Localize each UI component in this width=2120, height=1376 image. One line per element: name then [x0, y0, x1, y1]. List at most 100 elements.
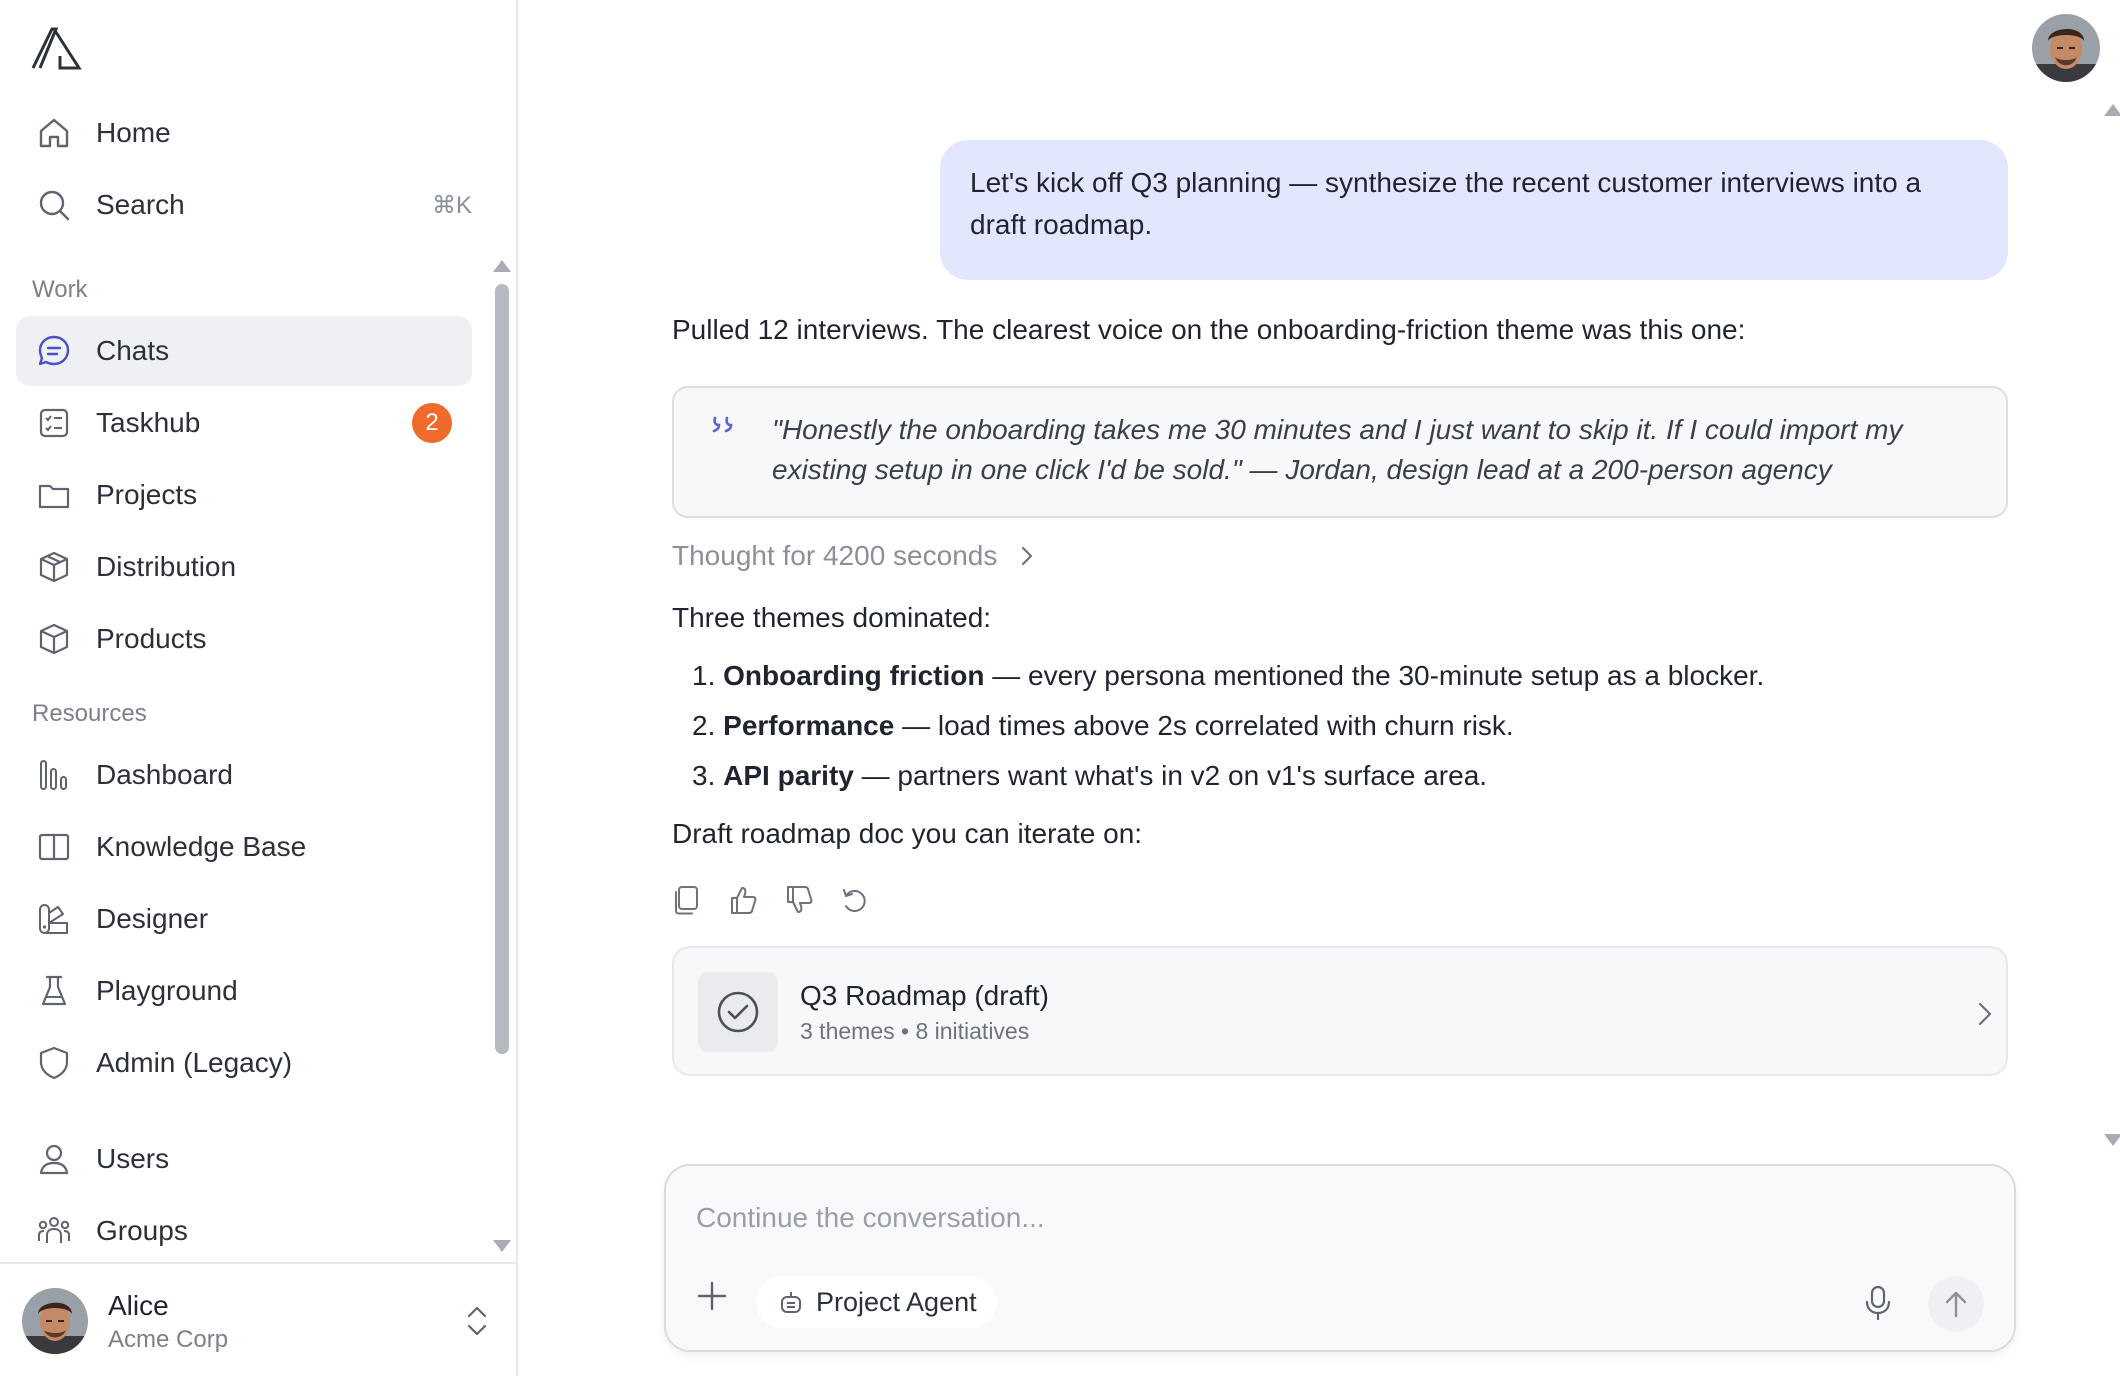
agent-label: Project Agent: [816, 1286, 977, 1317]
nav-chats[interactable]: Chats: [16, 316, 472, 386]
section-resources: Resources: [32, 700, 147, 727]
copy-icon[interactable]: [672, 884, 702, 916]
user-icon: [39, 1144, 69, 1175]
nav-groups-label: Groups: [96, 1215, 188, 1246]
themes-list: 1. Onboarding friction — every persona m…: [672, 656, 1764, 806]
section-work: Work: [32, 276, 88, 303]
nav-home[interactable]: Home: [16, 98, 472, 168]
nav-home-label: Home: [96, 117, 171, 148]
thumbs-down-icon[interactable]: [784, 884, 814, 916]
sidebar-scroll-up-arrow[interactable]: [493, 260, 511, 272]
user-org: Acme Corp: [108, 1326, 229, 1353]
group-icon: [38, 1217, 70, 1243]
nav-dashboard[interactable]: Dashboard: [16, 740, 472, 810]
nav-groups[interactable]: Groups: [16, 1196, 472, 1266]
theme-text: — load times above 2s correlated with ch…: [894, 710, 1514, 741]
nav-dashboard-label: Dashboard: [96, 759, 233, 790]
doc-intro: Draft roadmap doc you can iterate on:: [672, 818, 1143, 849]
list-item: 2. Performance — load times above 2s cor…: [672, 706, 1764, 756]
chat-area: Let's kick off Q3 planning — synthesize …: [520, 0, 2120, 1376]
chevron-right-icon: [1978, 1002, 1992, 1026]
chat-scroll-up-arrow[interactable]: [2104, 104, 2120, 116]
nav-search-label: Search: [96, 189, 185, 220]
theme-title: Performance: [723, 710, 895, 741]
send-button[interactable]: [1928, 1276, 1984, 1332]
message-composer: Project Agent: [664, 1164, 2016, 1352]
sidebar: Home Search ⌘K Work Chats Taskhub 2 Proj…: [0, 0, 518, 1376]
book-icon: [38, 833, 70, 861]
chevron-up-down-icon: [467, 1306, 487, 1336]
nav-playground[interactable]: Playground: [16, 956, 472, 1026]
folder-icon: [38, 484, 70, 509]
plus-icon[interactable]: [694, 1278, 730, 1314]
artifact-icon-container: [698, 972, 778, 1052]
search-shortcut: ⌘K: [431, 191, 472, 219]
list-number: 2.: [692, 710, 724, 741]
artifact-meta: 3 themes • 8 initiatives: [800, 1018, 1030, 1044]
list-item: 1. Onboarding friction — every persona m…: [672, 656, 1764, 706]
theme-title: API parity: [723, 760, 854, 791]
search-icon: [39, 190, 70, 221]
theme-title: Onboarding friction: [723, 660, 985, 691]
box-icon: [39, 623, 69, 655]
account-switcher[interactable]: Alice Acme Corp: [0, 1262, 516, 1376]
robot-icon: [781, 1292, 801, 1313]
nav-knowledge-base-label: Knowledge Base: [96, 831, 307, 862]
nav-admin-legacy[interactable]: Admin (Legacy): [16, 1028, 472, 1098]
home-icon: [39, 118, 69, 148]
sidebar-scroll-thumb[interactable]: [495, 284, 509, 1054]
message-input[interactable]: [696, 1194, 1956, 1242]
thought-toggle[interactable]: Thought for 4200 seconds: [672, 540, 1039, 572]
shield-icon: [39, 1046, 69, 1080]
nav-playground-label: Playground: [96, 975, 238, 1006]
nav-distribution[interactable]: Distribution: [16, 532, 472, 602]
user-name: Alice: [108, 1290, 169, 1321]
nav-users[interactable]: Users: [16, 1124, 472, 1194]
nav-distribution-label: Distribution: [96, 551, 237, 582]
nav-products[interactable]: Products: [16, 604, 472, 674]
artifact-title: Q3 Roadmap (draft): [800, 980, 1049, 1011]
nav-taskhub-label: Taskhub: [96, 407, 201, 438]
list-item: 3. API parity — partners want what's in …: [672, 756, 1764, 806]
nav-projects-label: Projects: [96, 479, 198, 510]
nav-search[interactable]: Search ⌘K: [16, 170, 472, 240]
flask-icon: [41, 975, 67, 1006]
nav-chats-label: Chats: [96, 335, 170, 366]
themes-intro: Three themes dominated:: [672, 602, 992, 633]
chevron-right-icon: [1022, 546, 1033, 566]
check-circle-icon: [717, 991, 759, 1033]
nav-projects[interactable]: Projects: [16, 460, 472, 530]
nav-taskhub[interactable]: Taskhub 2: [16, 388, 472, 458]
chat-icon: [38, 335, 70, 366]
nav-designer-label: Designer: [96, 903, 209, 934]
response-intro: Pulled 12 interviews. The clearest voice…: [672, 314, 1746, 345]
thought-label: Thought for 4200 seconds: [672, 540, 998, 571]
theme-text: — every persona mentioned the 30-minute …: [984, 660, 1765, 691]
microphone-icon[interactable]: [1862, 1284, 1894, 1322]
thumbs-up-icon[interactable]: [728, 884, 758, 916]
bar-chart-icon: [40, 760, 67, 790]
avatar[interactable]: [2032, 14, 2100, 82]
regenerate-icon[interactable]: [840, 884, 870, 916]
nav-products-label: Products: [96, 623, 207, 654]
nav-designer[interactable]: Designer: [16, 884, 472, 954]
quote-icon: [712, 416, 733, 433]
nav-admin-legacy-label: Admin (Legacy): [96, 1047, 293, 1078]
quote-text: "Honestly the onboarding takes me 30 min…: [772, 414, 1903, 485]
list-number: 1.: [692, 660, 724, 691]
nav-users-label: Users: [96, 1143, 170, 1174]
artifact-card[interactable]: Q3 Roadmap (draft) 3 themes • 8 initiati…: [672, 946, 2008, 1076]
sidebar-scroll-down-arrow[interactable]: [493, 1240, 511, 1252]
arrow-up-icon: [1945, 1291, 1967, 1318]
chat-scroll-down-arrow[interactable]: [2104, 1134, 2120, 1146]
quote-block: "Honestly the onboarding takes me 30 min…: [672, 386, 2008, 518]
palette-icon: [39, 904, 68, 934]
nav-knowledge-base[interactable]: Knowledge Base: [16, 812, 472, 882]
agent-selector[interactable]: Project Agent: [756, 1276, 997, 1328]
user-message: Let's kick off Q3 planning — synthesize …: [940, 140, 2008, 280]
list-number: 3.: [692, 760, 724, 791]
theme-text: — partners want what's in v2 on v1's sur…: [853, 760, 1488, 791]
avatar: [22, 1288, 88, 1354]
app-logo[interactable]: [30, 26, 82, 70]
taskhub-count-badge: 2: [412, 403, 452, 443]
